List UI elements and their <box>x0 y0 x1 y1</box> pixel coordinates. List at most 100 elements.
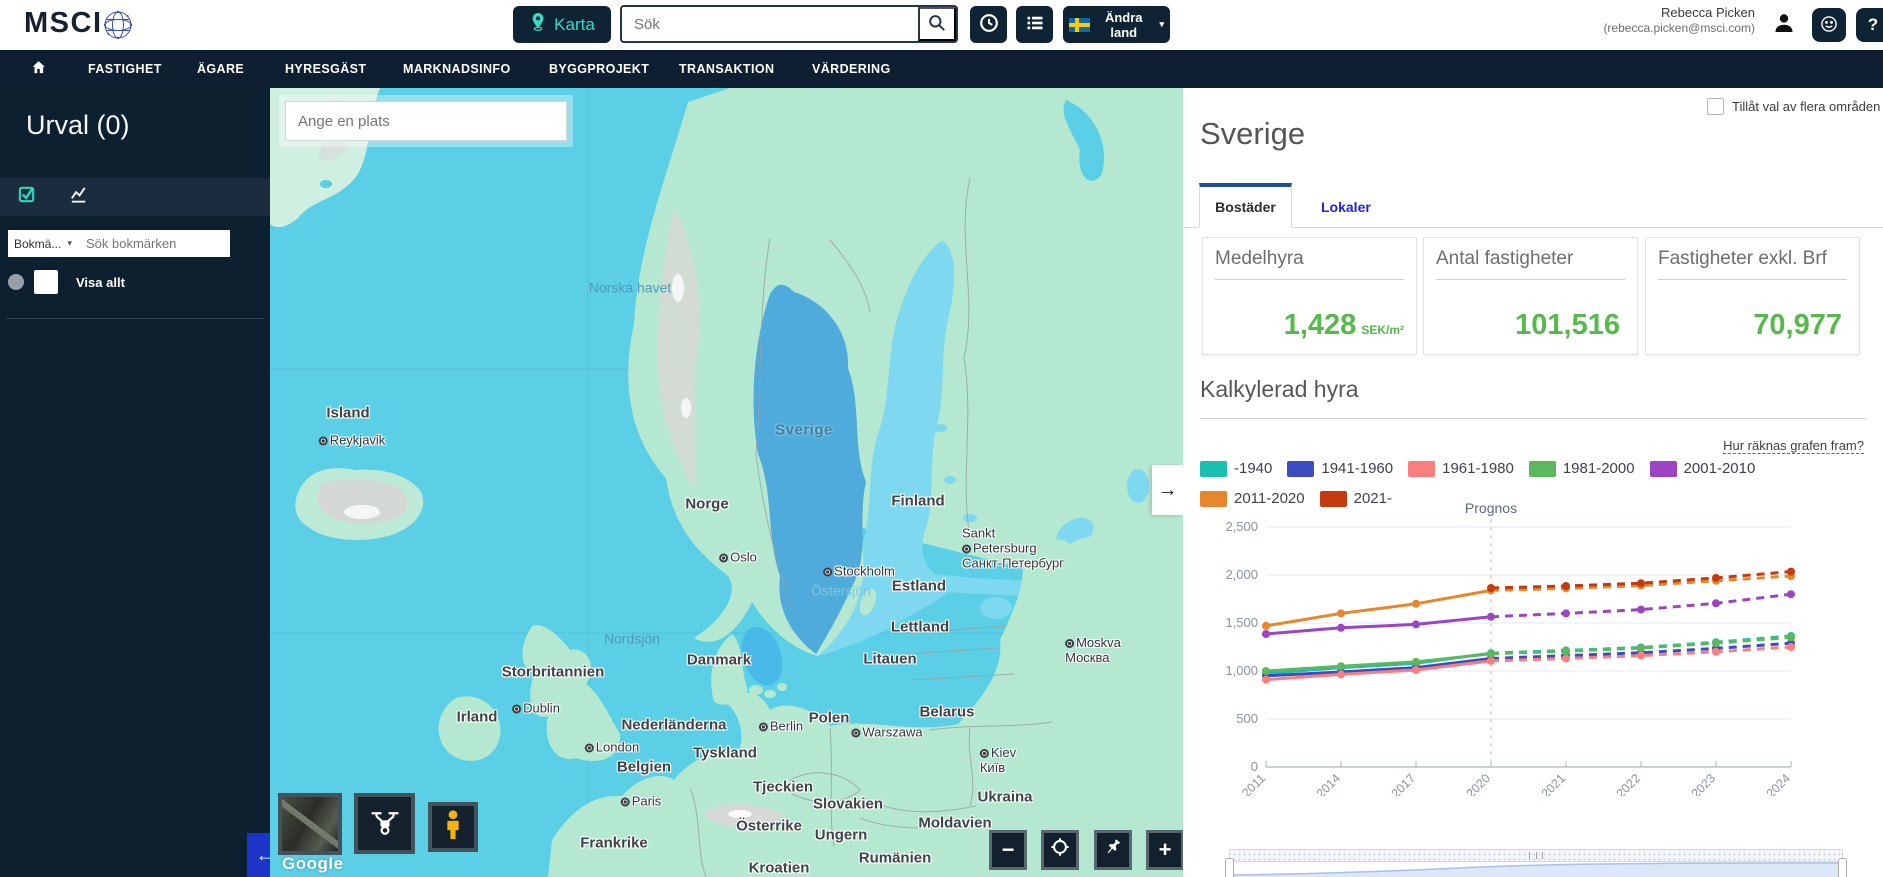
nav-item-agare[interactable]: ÄGARE <box>197 50 244 88</box>
user-info: Rebecca Picken (rebecca.picken@msci.com) <box>1603 5 1755 36</box>
zoom-out-button[interactable]: − <box>989 830 1027 870</box>
map-label-country: Irland <box>457 710 498 725</box>
svg-text:Prognos: Prognos <box>1465 500 1517 516</box>
bookmark-controls: Bokmä... ▾ <box>8 230 230 257</box>
navigator-scrollbar[interactable] <box>1229 849 1843 862</box>
nav-item-transaktion[interactable]: TRANSAKTION <box>679 50 774 88</box>
svg-text:2024: 2024 <box>1764 771 1794 796</box>
show-all-row: Visa allt <box>8 270 125 294</box>
history-button[interactable] <box>970 6 1007 43</box>
stat-card-value: 70,977 <box>1753 309 1842 342</box>
svg-text:1,000: 1,000 <box>1225 663 1258 678</box>
stat-card-title: Fastigheter exkl. Brf <box>1658 248 1847 280</box>
map-label-city: SanktPetersburgСанкт-Петербург <box>962 526 1064 571</box>
list-icon <box>1025 13 1045 36</box>
zoom-in-button[interactable]: + <box>1146 830 1183 870</box>
map-label-country: Nederländerna <box>621 718 726 733</box>
stat-card-value: 1,428 <box>1284 309 1357 342</box>
show-all-label: Visa allt <box>76 275 125 290</box>
map-label-country: Tjeckien <box>753 780 813 795</box>
drone-view-button[interactable] <box>354 793 415 854</box>
svg-text:2011: 2011 <box>1239 771 1268 796</box>
legend-item[interactable]: 1981-2000 <box>1529 460 1635 477</box>
navigator-left-handle[interactable] <box>1225 858 1234 877</box>
search-icon <box>927 13 947 36</box>
legend-item[interactable]: -1940 <box>1200 460 1272 477</box>
chart-range-navigator <box>1223 845 1849 877</box>
legend-item[interactable]: 1941-1960 <box>1287 460 1393 477</box>
panel-toggle-button[interactable]: → <box>1152 465 1183 515</box>
plus-icon: + <box>1159 837 1172 863</box>
map-label-water: Nordsjön <box>604 632 660 647</box>
map-label-country: Moldavien <box>918 816 991 831</box>
nav-item-vardering[interactable]: VÄRDERING <box>812 50 891 88</box>
nav-item-marknadsinfo[interactable]: MARKNADSINFO <box>403 50 511 88</box>
city-dot-icon <box>319 437 328 446</box>
feedback-button[interactable] <box>1812 8 1846 42</box>
svg-text:1,500: 1,500 <box>1225 615 1258 630</box>
map-label-city: London <box>585 740 639 755</box>
legend-item[interactable]: 1961-1980 <box>1408 460 1514 477</box>
bookmark-search-input[interactable] <box>78 230 230 257</box>
map-label-country: Belgien <box>617 760 671 775</box>
nav-item-hyresgast[interactable]: HYRESGÄST <box>285 50 366 88</box>
nav-home[interactable] <box>30 50 47 88</box>
profile-button[interactable] <box>1764 4 1804 44</box>
legend-swatch <box>1408 461 1435 477</box>
city-dot-icon <box>962 545 971 554</box>
map-label-water: Norska havet <box>589 281 671 296</box>
map-label-city: Oslo <box>719 550 757 565</box>
map-label-country: Ungern <box>815 828 868 843</box>
main-nav: FASTIGHET ÄGARE HYRESGÄST MARKNADSINFO B… <box>0 50 1883 88</box>
map-label-country: Slovakien <box>813 797 883 812</box>
city-dot-icon <box>512 705 521 714</box>
show-all-checkbox[interactable] <box>34 270 58 294</box>
map-label-country: Rumänien <box>859 851 932 866</box>
tab-lokaler[interactable]: Lokaler <box>1309 187 1383 227</box>
section-title: Kalkylerad hyra <box>1200 376 1359 403</box>
multi-area-checkbox[interactable] <box>1707 98 1724 115</box>
region-panel: Tillåt val av flera områden Sverige Bost… <box>1183 88 1883 877</box>
svg-text:2,500: 2,500 <box>1225 519 1258 534</box>
legend-swatch <box>1529 461 1556 477</box>
nav-item-byggprojekt[interactable]: BYGGPROJEKT <box>549 50 649 88</box>
chart-mode-icon[interactable] <box>69 184 90 210</box>
bookmark-dropdown-value: Bokmä... <box>14 237 61 251</box>
legend-item[interactable]: 2001-2010 <box>1650 460 1756 477</box>
locate-button[interactable] <box>1041 830 1079 870</box>
chevron-down-icon: ▾ <box>67 238 72 249</box>
city-dot-icon <box>719 554 728 563</box>
place-search-input[interactable] <box>285 101 567 141</box>
nav-item-fastighet[interactable]: FASTIGHET <box>88 50 162 88</box>
map-label-city: Paris <box>621 794 662 809</box>
map-label-country: Estland <box>892 579 946 594</box>
bookmark-dropdown[interactable]: Bokmä... ▾ <box>8 230 78 257</box>
pegman-button[interactable] <box>428 802 478 852</box>
arrow-right-icon: → <box>1158 479 1178 502</box>
legend-swatch <box>1287 461 1314 477</box>
change-country-button[interactable]: Ändra land ▾ <box>1063 6 1170 43</box>
search-button[interactable] <box>918 7 956 41</box>
scrollbar-grip-icon <box>1529 852 1543 859</box>
satellite-view-thumbnail[interactable] <box>278 793 342 855</box>
question-mark-icon: ? <box>1868 15 1878 35</box>
help-button[interactable]: ? <box>1856 8 1883 42</box>
select-mode-icon[interactable] <box>18 185 37 209</box>
list-button[interactable] <box>1016 6 1053 43</box>
history-icon <box>978 12 1000 37</box>
map-label-country: Tyskland <box>693 746 757 761</box>
navigator-right-handle[interactable] <box>1838 858 1847 877</box>
legend-label: 1941-1960 <box>1321 460 1393 477</box>
globe-icon <box>98 5 138 45</box>
pin-button[interactable] <box>1094 830 1132 870</box>
chart-help-link[interactable]: Hur räknas grafen fram? <box>1723 438 1864 454</box>
google-attribution[interactable]: Google <box>282 854 344 874</box>
map-labels-layer: IslandNorgeFinlandEstlandLettlandLitauen… <box>270 88 1183 877</box>
map-label-country: Kroatien <box>749 861 810 876</box>
map-view-button[interactable]: Karta <box>513 6 611 43</box>
search-input[interactable] <box>622 7 918 41</box>
map-view-label: Karta <box>554 15 595 35</box>
map-canvas[interactable]: IslandNorgeFinlandEstlandLettlandLitauen… <box>270 88 1183 877</box>
tab-bostader[interactable]: Bostäder <box>1199 183 1292 228</box>
multi-area-label: Tillåt val av flera områden <box>1732 99 1880 114</box>
